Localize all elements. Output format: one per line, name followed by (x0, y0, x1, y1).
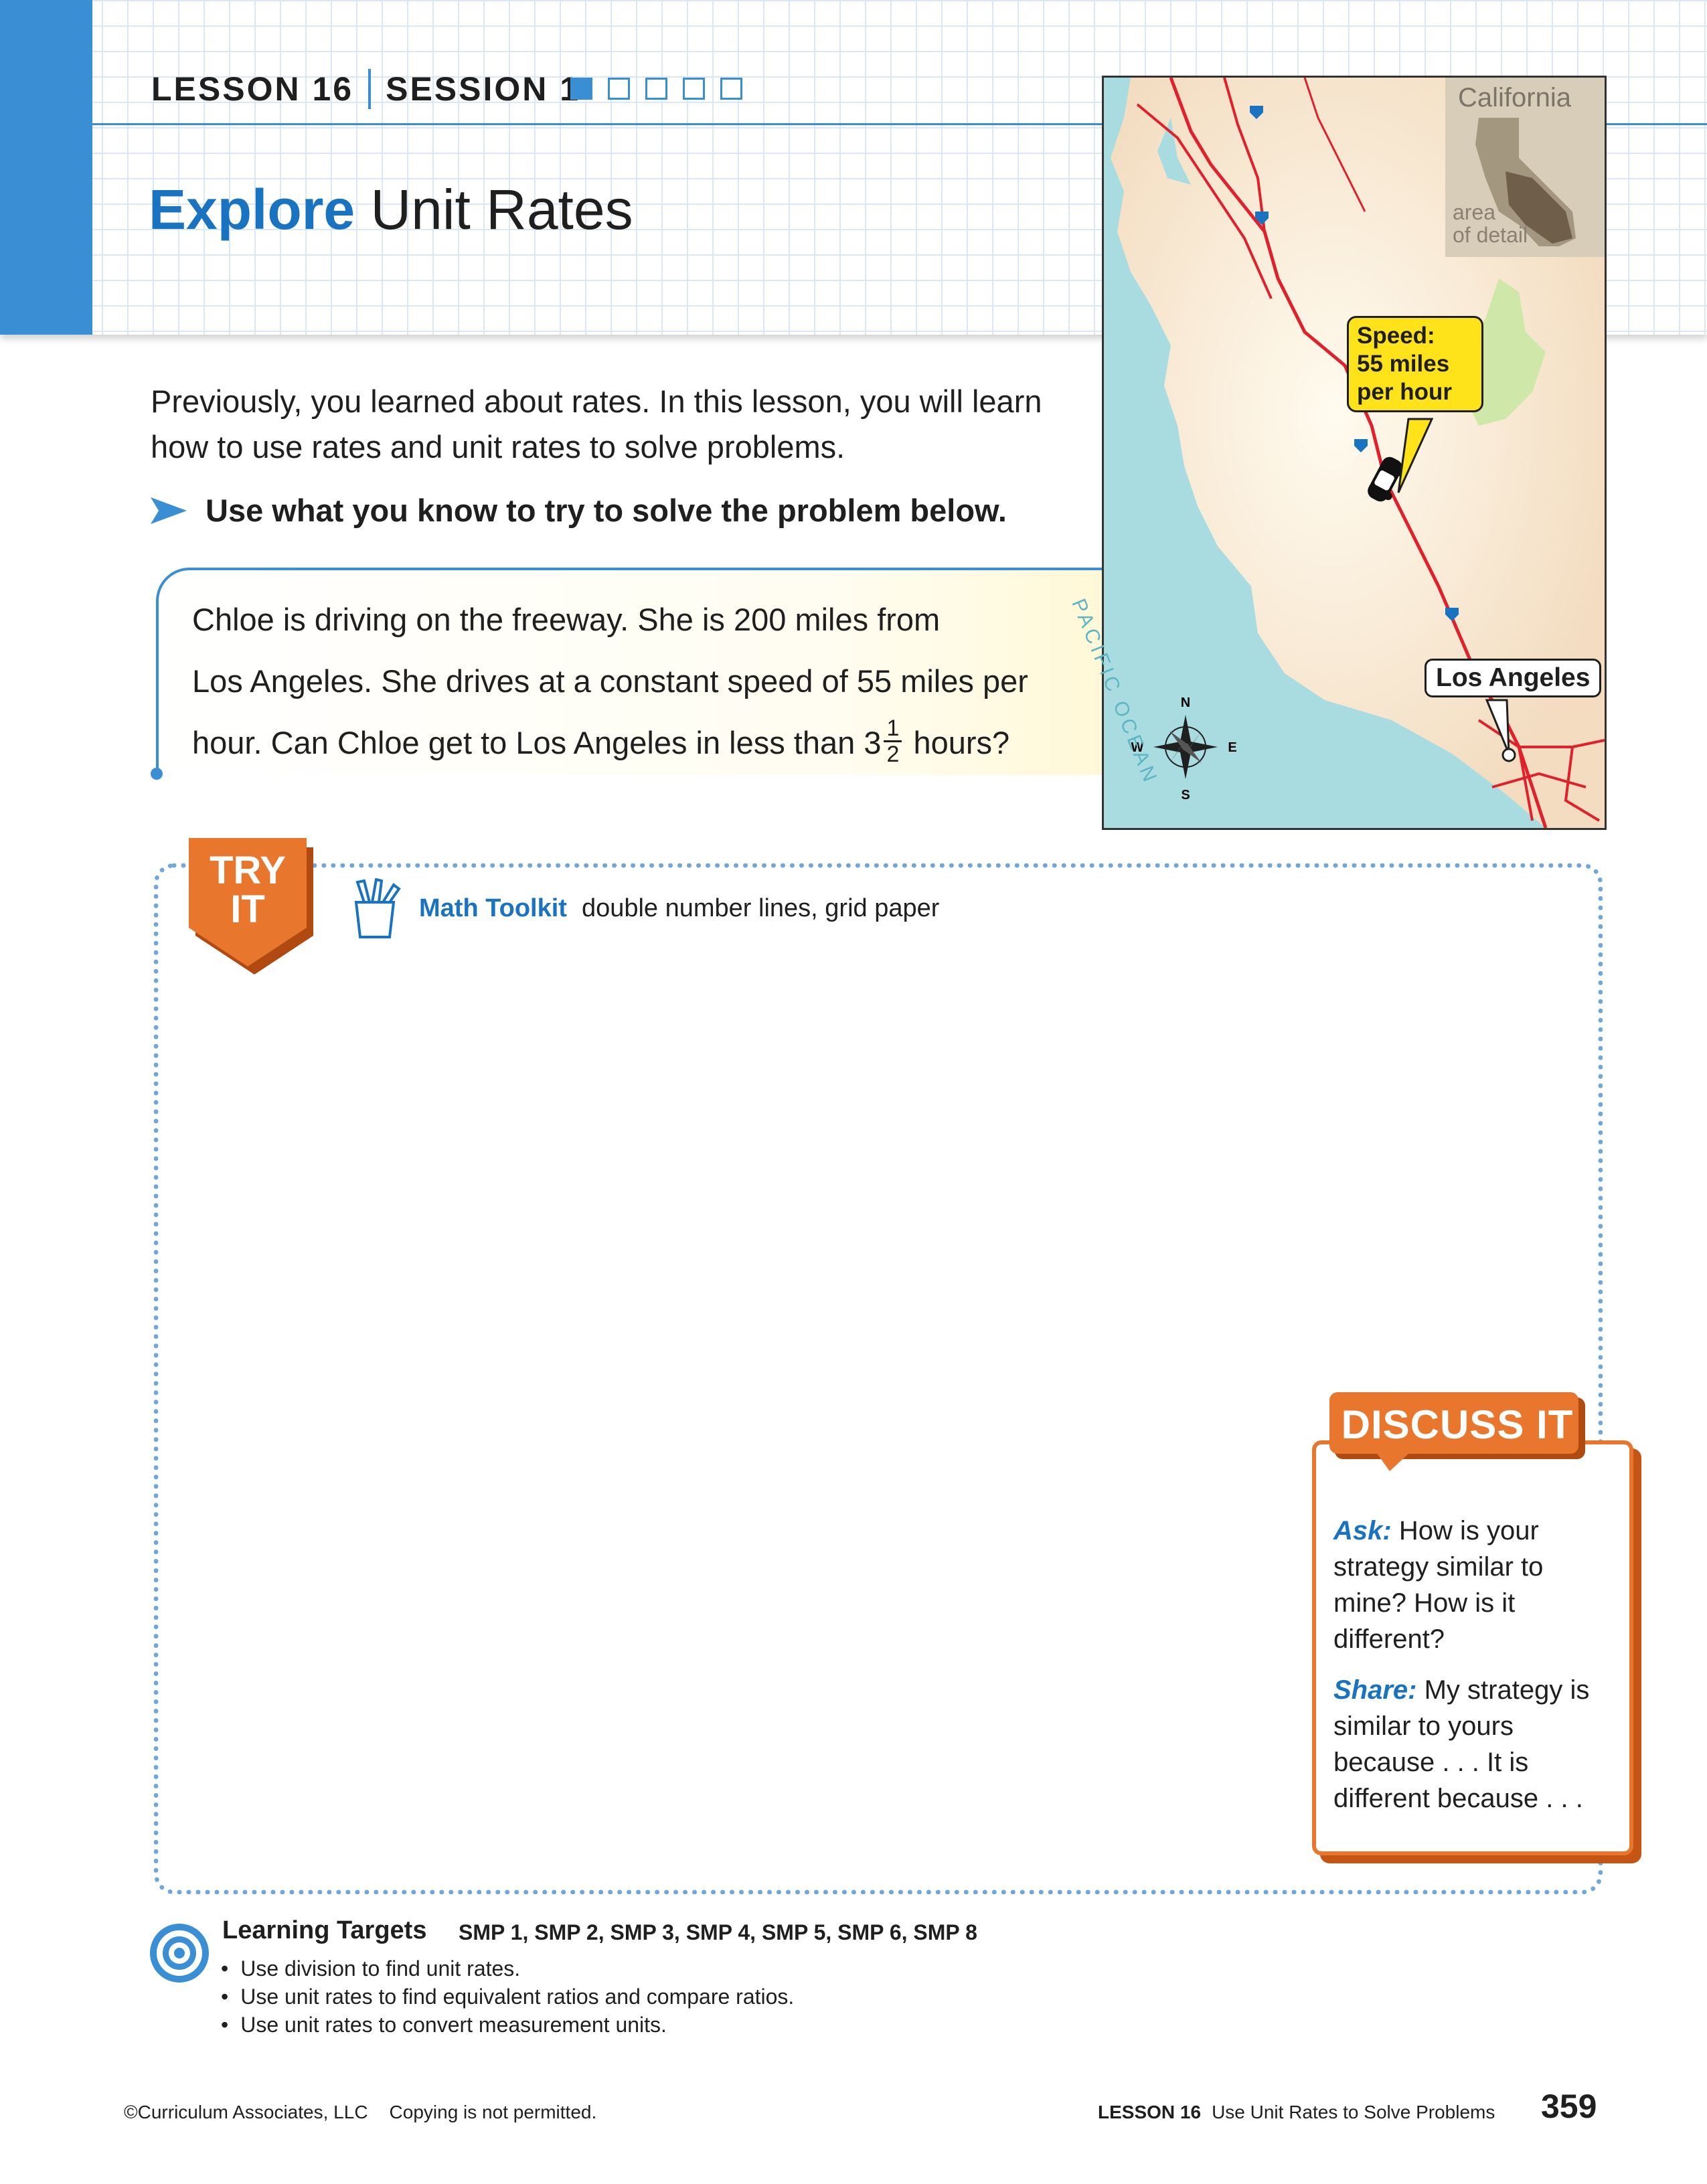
smp-list: SMP 1, SMP 2, SMP 3, SMP 4, SMP 5, SMP 6… (459, 1920, 977, 1944)
copyright-text: ©Curriculum Associates, LLC (124, 2102, 368, 2122)
toolkit-label: Math Toolkit (419, 894, 567, 922)
inset-caption: area of detail (1453, 201, 1528, 246)
compass-east: E (1228, 740, 1236, 755)
mixed-fraction: 12 (884, 716, 902, 766)
copying-notice: Copying is not permitted. (389, 2102, 597, 2122)
discuss-it-body: Ask: How is your strategy similar to min… (1333, 1513, 1615, 1831)
label-separator (368, 69, 372, 109)
learning-target-item: Use unit rates to find equivalent ratios… (221, 1983, 794, 2011)
try-it-label: TRY IT (189, 851, 307, 929)
learning-target-item: Use division to find unit rates. (221, 1954, 794, 1983)
intro-paragraph: Previously, you learned about rates. In … (151, 384, 1042, 465)
city-dot (1501, 748, 1516, 762)
session-box (720, 78, 742, 100)
compass-south: S (1181, 788, 1190, 803)
footer-copyright: ©Curriculum Associates, LLC Copying is no… (124, 2102, 596, 2123)
page-number: 359 (1541, 2088, 1597, 2125)
learning-targets-heading: Learning Targets (222, 1916, 427, 1944)
arrow-icon (151, 497, 187, 524)
problem-text: Chloe is driving on the freeway. She is … (192, 589, 1096, 774)
speed-callout: Speed: 55 miles per hour (1347, 316, 1483, 412)
problem-box-dot (151, 768, 163, 780)
target-icon (150, 1924, 209, 1983)
speed-line: 55 miles (1357, 351, 1450, 377)
title-explore: Explore (149, 178, 355, 241)
share-prompt: Share: My strategy is similar to yours b… (1333, 1672, 1615, 1817)
problem-line: Los Angeles. She drives at a constant sp… (192, 663, 1028, 699)
footer-lesson-number: LESSON 16 (1098, 2102, 1202, 2122)
title-topic: Unit Rates (355, 178, 633, 241)
session-box (645, 78, 667, 100)
problem-line: Chloe is driving on the freeway. She is … (192, 602, 941, 637)
footer-lesson-title: Use Unit Rates to Solve Problems (1212, 2102, 1495, 2122)
try-it-line: IT (230, 888, 265, 931)
inset-caption-line: of detail (1453, 223, 1528, 247)
lesson-color-bar (0, 0, 92, 335)
session-progress (570, 78, 742, 100)
california-map: N S E W (1102, 76, 1607, 830)
footer-lesson: LESSON 16 Use Unit Rates to Solve Problem… (1098, 2102, 1495, 2123)
toolkit-items: double number lines, grid paper (581, 894, 940, 922)
city-label: Los Angeles (1425, 659, 1602, 697)
session-box (570, 78, 592, 100)
speed-line: per hour (1357, 379, 1452, 405)
inset-title: California (1458, 83, 1571, 112)
instruction: Use what you know to try to solve the pr… (151, 492, 1007, 529)
ask-label: Ask: (1333, 1516, 1392, 1545)
math-toolkit: Math Toolkit double number lines, grid p… (349, 878, 939, 938)
fraction-denominator: 2 (886, 742, 900, 768)
problem-line: hour. Can Chloe get to Los Angeles in le… (192, 712, 1096, 774)
session-box (608, 78, 630, 100)
compass-north: N (1181, 695, 1190, 710)
try-it-line: TRY (210, 849, 286, 892)
lesson-session-label: LESSON 16 SESSION 1 (151, 69, 580, 109)
fraction-numerator: 1 (884, 716, 902, 743)
inset-caption-line: area (1453, 200, 1496, 224)
instruction-text: Use what you know to try to solve the pr… (206, 493, 1007, 528)
problem-line-end: hours? (904, 725, 1010, 760)
learning-targets-list: Use division to find unit rates. Use uni… (221, 1954, 794, 2039)
session-box (683, 78, 705, 100)
discuss-it-title: DISCUSS IT (1341, 1402, 1574, 1447)
session-number: SESSION 1 (386, 70, 581, 108)
pencil-cup-icon (354, 878, 401, 938)
lesson-number: LESSON 16 (151, 70, 354, 108)
page-title: Explore Unit Rates (149, 177, 633, 242)
problem-line-start: hour. Can Chloe get to Los Angeles in le… (192, 725, 882, 760)
learning-target-item: Use unit rates to convert measurement un… (221, 2011, 794, 2039)
speed-line: Speed: (1357, 323, 1435, 349)
ask-prompt: Ask: How is your strategy similar to min… (1333, 1513, 1615, 1657)
share-label: Share: (1333, 1675, 1417, 1705)
